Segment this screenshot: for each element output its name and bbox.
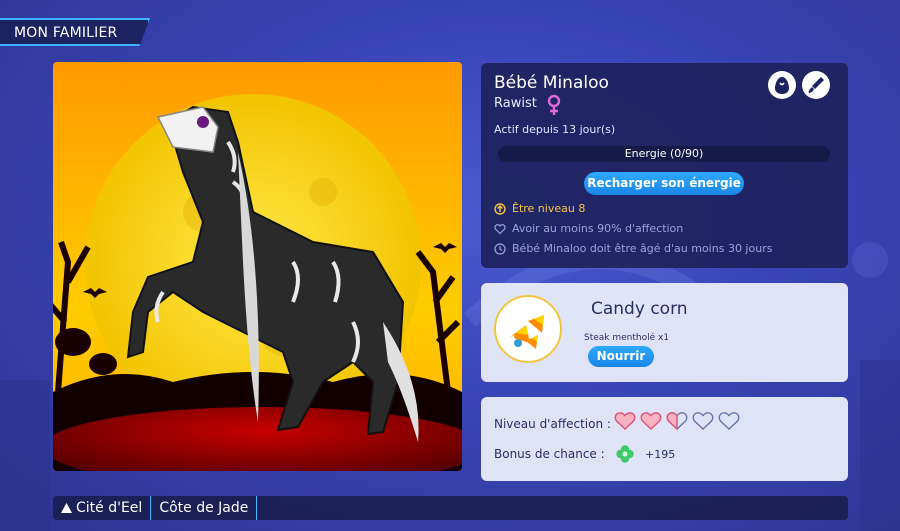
heart-half-icon bbox=[666, 412, 688, 431]
food-panel: Candy corn Steak mentholé x1 Nourrir bbox=[481, 283, 848, 382]
energy-bar: Energie (0/90) bbox=[498, 146, 830, 162]
requirement-affection-text: Avoir au moins 90% d'affection bbox=[512, 222, 684, 235]
location-label: Cité d'Eel bbox=[76, 500, 143, 516]
pet-name: Bébé Minaloo bbox=[494, 73, 609, 93]
location-item-cote-de-jade[interactable]: Côte de Jade bbox=[151, 496, 258, 520]
requirement-age: Bébé Minaloo doit être âgé d'au moins 30… bbox=[494, 242, 772, 255]
active-since-text: Actif depuis 13 jour(s) bbox=[494, 123, 616, 136]
feed-button[interactable]: Nourrir bbox=[588, 346, 654, 367]
affection-hearts bbox=[614, 411, 740, 431]
pet-action-icon[interactable] bbox=[768, 71, 796, 99]
recharge-energy-button[interactable]: Recharger son énergie bbox=[584, 172, 744, 195]
heart-filled-icon bbox=[640, 412, 662, 431]
requirement-age-text: Bébé Minaloo doit être âgé d'au moins 30… bbox=[512, 242, 773, 255]
pet-portrait bbox=[53, 62, 462, 471]
food-image[interactable] bbox=[494, 295, 562, 363]
female-icon bbox=[547, 94, 561, 115]
location-label: Côte de Jade bbox=[159, 500, 249, 516]
location-bar: Cité d'Eel Côte de Jade bbox=[53, 496, 848, 520]
bonus-label: Bonus de chance : bbox=[494, 447, 605, 461]
heart-filled-icon bbox=[614, 412, 636, 431]
brush-icon bbox=[808, 77, 824, 93]
pet-info-panel: Bébé Minaloo Rawist Actif depuis 13 jour… bbox=[481, 63, 848, 268]
clover-icon bbox=[616, 445, 634, 463]
bonus-value: +195 bbox=[645, 448, 676, 461]
requirement-affection: Avoir au moins 90% d'affection bbox=[494, 222, 683, 235]
page-title: MON FAMILIER bbox=[14, 25, 118, 41]
page-title-tab: MON FAMILIER bbox=[0, 18, 150, 46]
heart-outline-icon bbox=[494, 223, 506, 234]
triangle-up-icon bbox=[61, 503, 72, 513]
level-up-icon bbox=[494, 202, 506, 215]
food-name: Candy corn bbox=[591, 299, 688, 319]
heart-empty-icon bbox=[692, 412, 714, 430]
location-item-cite-deel[interactable]: Cité d'Eel bbox=[53, 496, 152, 520]
stats-panel: Niveau d'affection : Bonus de chance : +… bbox=[481, 397, 848, 481]
clock-icon bbox=[494, 242, 506, 255]
heart-empty-icon bbox=[718, 412, 740, 430]
requirement-level: Être niveau 8 bbox=[494, 202, 585, 215]
requirement-level-text: Être niveau 8 bbox=[512, 202, 586, 215]
energy-text: Energie (0/90) bbox=[624, 147, 704, 160]
pet-breed: Rawist bbox=[494, 96, 537, 111]
candy-corn-icon bbox=[510, 315, 544, 349]
egg-icon bbox=[775, 77, 789, 94]
affection-label: Niveau d'affection : bbox=[494, 417, 611, 431]
pet-edit-button[interactable] bbox=[802, 71, 830, 99]
food-item-quantity: Steak mentholé x1 bbox=[584, 333, 670, 343]
